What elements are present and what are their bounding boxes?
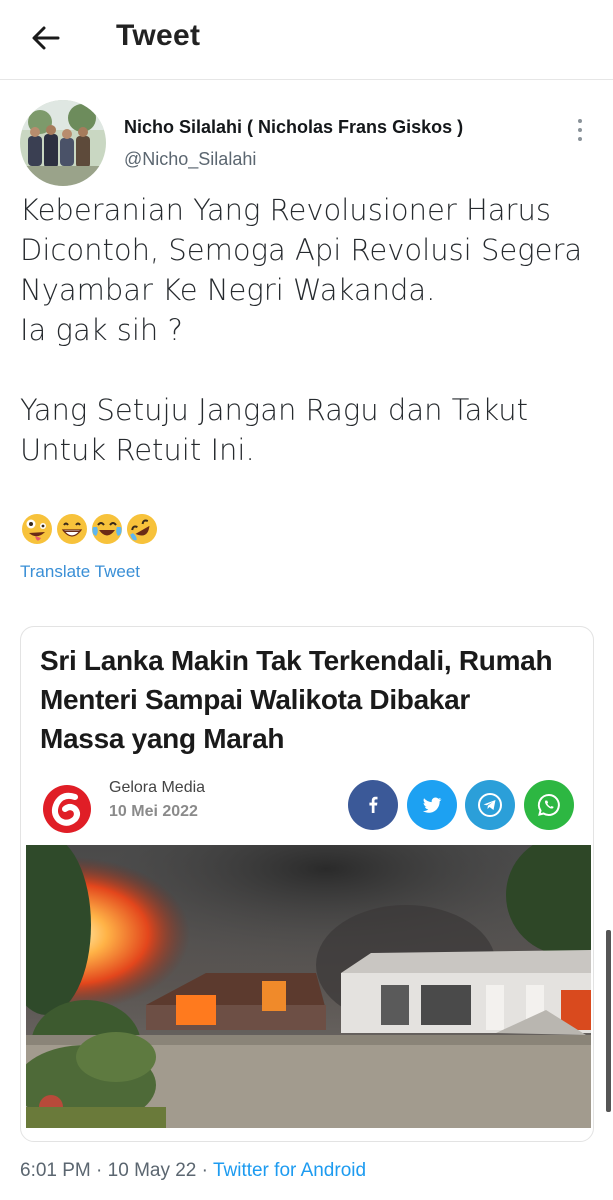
tweet-date: 10 May 22 [107,1160,197,1181]
scrollbar[interactable] [606,930,611,1112]
tweet-line [20,350,590,390]
author-display-name[interactable]: Nicho Silalahi ( Nicholas Frans Giskos ) [124,117,463,138]
translate-tweet-link[interactable]: Translate Tweet [20,562,140,582]
link-preview-card[interactable]: Sri Lanka Makin Tak Terkendali, Rumah Me… [20,626,594,1142]
meta-separator: · [90,1160,108,1181]
twitter-icon [422,797,442,813]
gelora-media-logo [43,785,91,833]
headline-line: Sri Lanka Makin Tak Terkendali, Rumah [40,645,553,676]
tweet-client-link[interactable]: Twitter for Android [213,1160,366,1181]
article-photo [26,845,591,1128]
meta-separator: · [196,1160,213,1181]
tears-of-joy-icon [92,514,122,544]
arrow-left-icon [32,26,60,50]
tweet-time: 6:01 PM [20,1160,91,1181]
source-date: 10 Mei 2022 [109,803,198,820]
tweet-line: Ia gak sih ? [20,313,183,347]
headline-line: Massa yang Marah [40,723,285,754]
avatar[interactable] [20,100,106,186]
tweet-line: Yang Setuju Jangan Ragu dan Takut [20,393,529,427]
article-headline: Sri Lanka Makin Tak Terkendali, Rumah Me… [40,641,580,758]
share-whatsapp-button[interactable] [524,780,574,830]
tweet-line: Dicontoh, Semoga Api Revolusi Segera [20,233,583,267]
emoji-row [20,512,159,546]
more-options-button[interactable] [568,112,592,148]
whatsapp-icon [537,793,560,816]
rofl-icon [127,514,157,544]
share-twitter-button[interactable] [407,780,457,830]
author-handle[interactable]: @Nicho_Silalahi [124,149,256,170]
page-title: Tweet [116,19,201,52]
tweet-text: Keberanian Yang Revolusioner Harus Dicon… [20,190,590,470]
tweet-line: Keberanian Yang Revolusioner Harus [20,193,551,227]
top-bar: Tweet [0,0,613,80]
grinning-face-icon [57,514,87,544]
headline-line: Menteri Sampai Walikota Dibakar [40,684,471,715]
zany-face-icon [22,514,52,544]
more-dots-icon [578,119,582,123]
source-name: Gelora Media [109,779,206,796]
telegram-icon [478,793,502,817]
share-telegram-button[interactable] [465,780,515,830]
share-facebook-button[interactable] [348,780,398,830]
facebook-icon [369,796,378,813]
tweet-line: Nyambar Ke Negri Wakanda. [20,273,436,307]
tweet-meta: 6:01 PM · 10 May 22 · Twitter for Androi… [20,1160,366,1182]
tweet-line: Untuk Retuit Ini. [20,433,255,467]
back-button[interactable] [26,18,66,58]
